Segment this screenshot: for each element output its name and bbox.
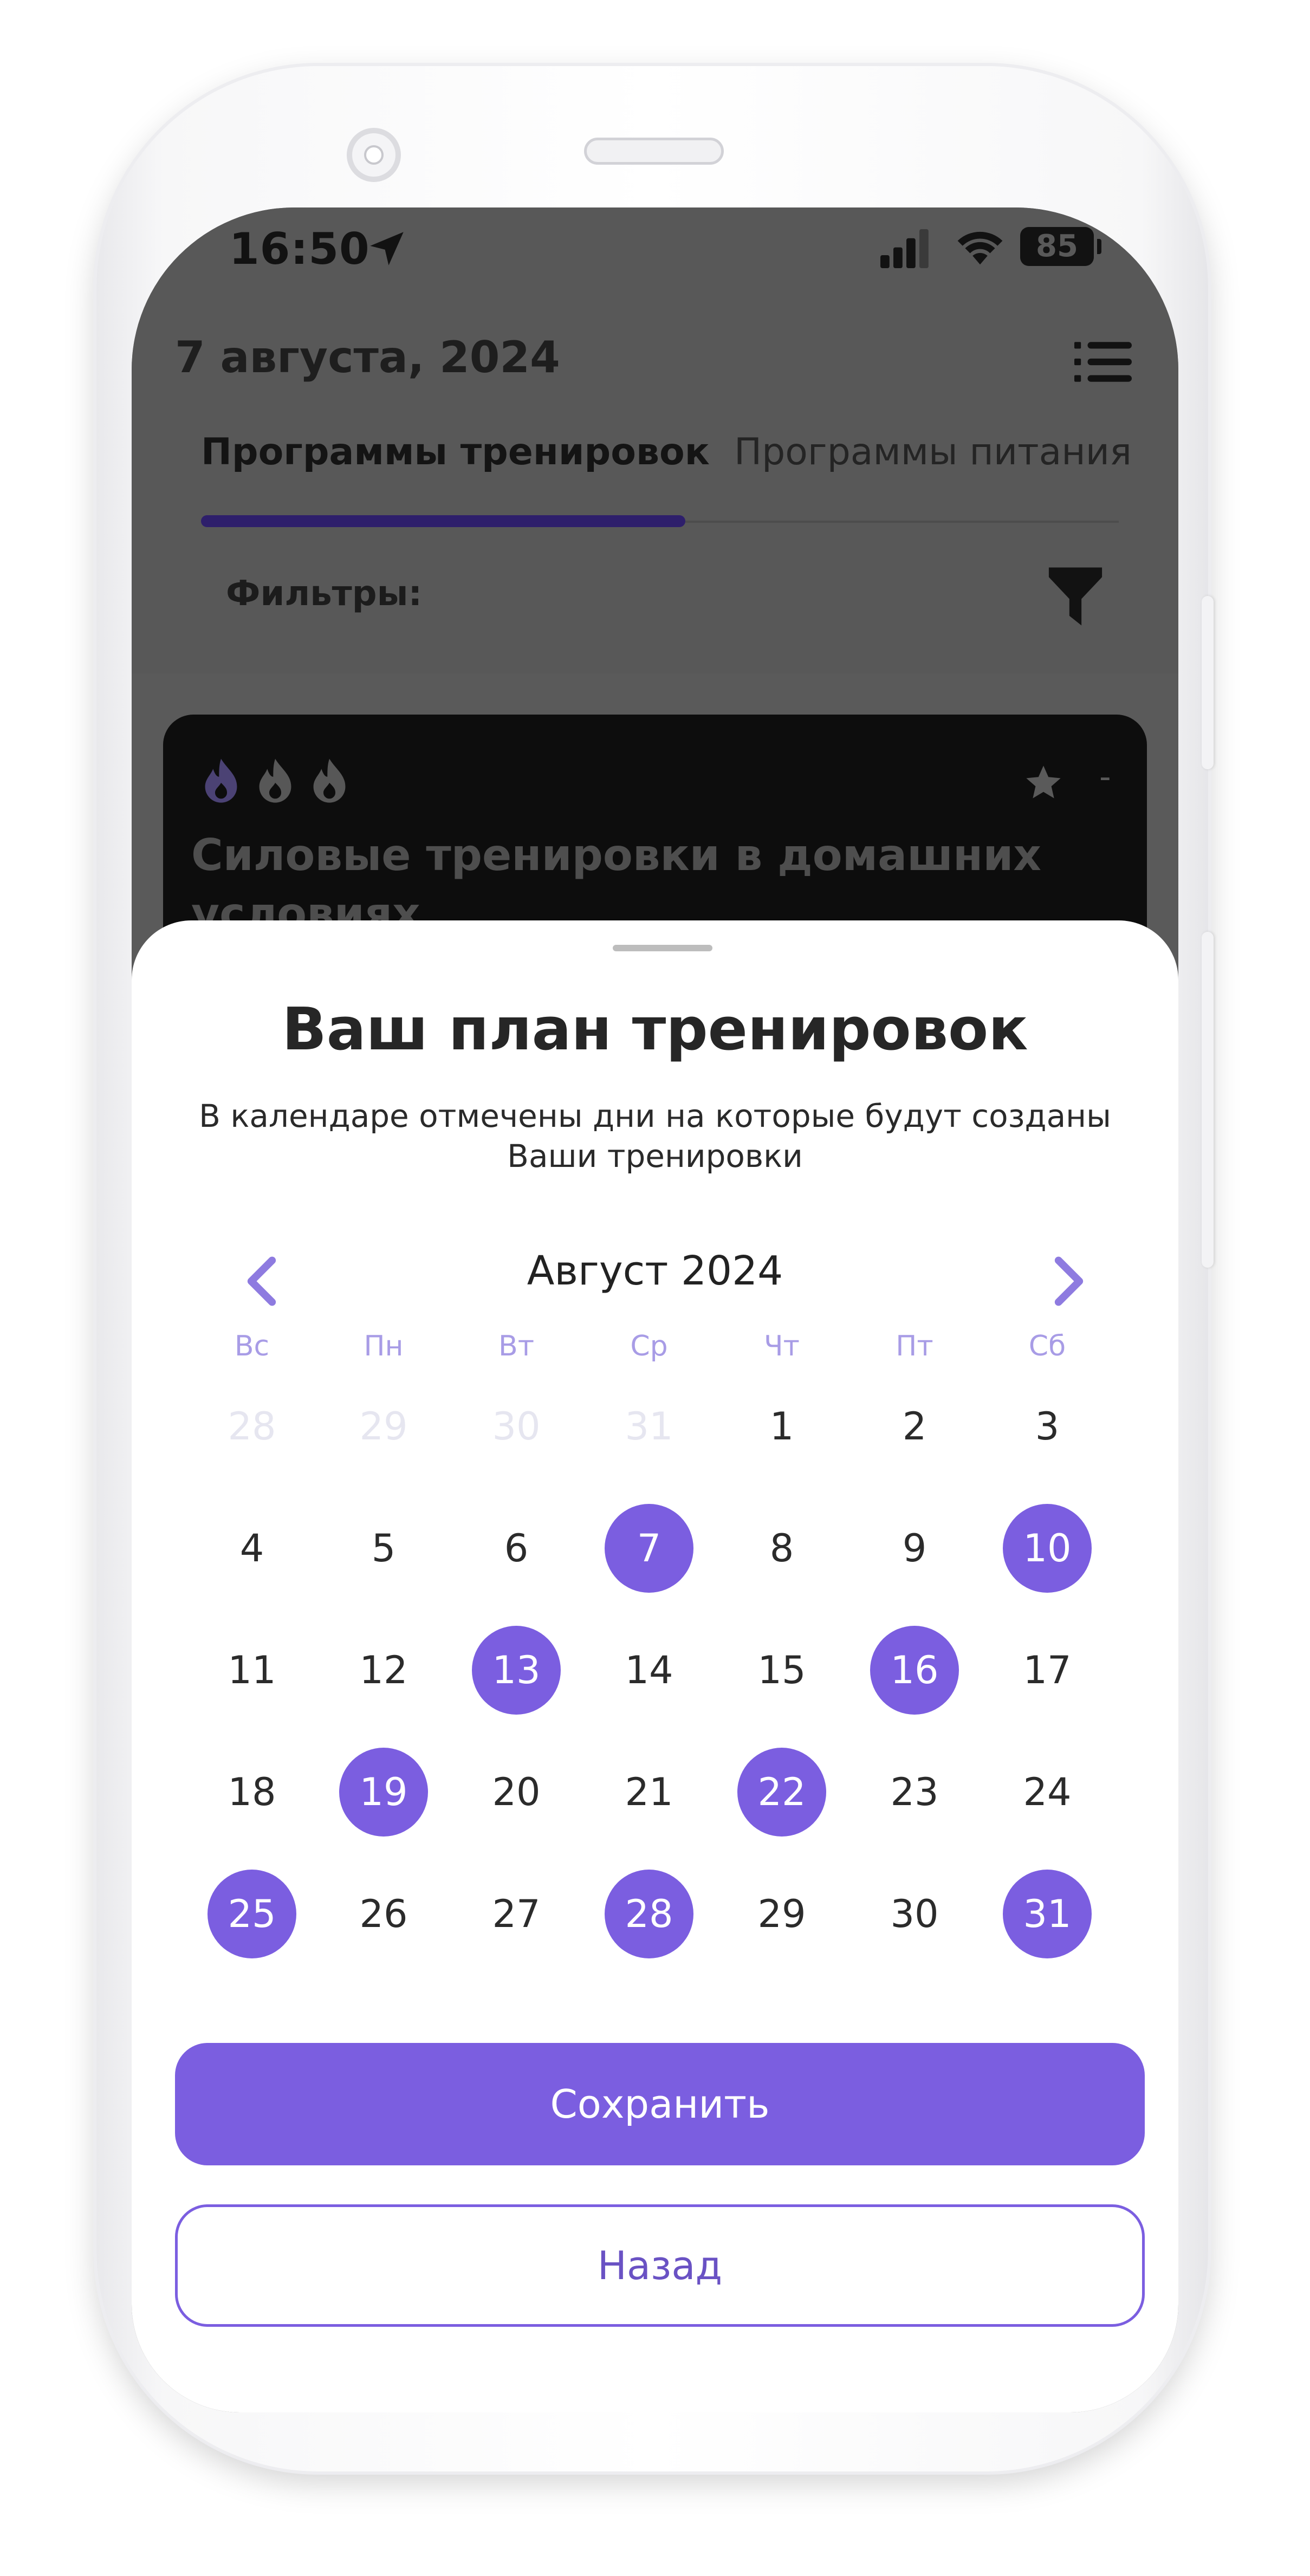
calendar-day[interactable]: 24 <box>1003 1748 1092 1837</box>
flame-icon <box>313 758 346 803</box>
calendar-day[interactable]: 2 <box>870 1382 959 1471</box>
active-tab-indicator <box>201 515 685 527</box>
calendar-day[interactable]: 27 <box>472 1870 561 1958</box>
calendar-day: 30 <box>492 1404 541 1449</box>
earpiece-speaker <box>584 138 724 165</box>
weekday-label: Чт <box>764 1330 800 1362</box>
weekday-label: Вт <box>498 1330 534 1362</box>
chevron-right-icon[interactable] <box>1047 1254 1091 1308</box>
sheet-title: Ваш план тренировок <box>282 996 1028 1063</box>
battery-icon: 85 <box>1020 227 1101 266</box>
phone-side-button-bottom <box>1202 932 1214 1268</box>
flame-icon <box>259 758 291 803</box>
calendar-day-selected[interactable]: 7 <box>605 1504 693 1593</box>
back-button[interactable]: Назад <box>175 2204 1145 2327</box>
menu-icon[interactable] <box>1074 340 1132 384</box>
calendar-day[interactable]: 30 <box>870 1870 959 1958</box>
rating-value: - <box>1099 758 1111 796</box>
calendar-day: 29 <box>359 1404 408 1449</box>
calendar-day-selected[interactable]: 28 <box>605 1870 693 1958</box>
calendar-day[interactable]: 3 <box>1003 1382 1092 1471</box>
calendar-day[interactable]: 11 <box>207 1626 296 1715</box>
calendar-day[interactable]: 9 <box>870 1504 959 1593</box>
filters-label: Фильтры: <box>226 574 423 614</box>
phone-side-button-top <box>1202 596 1214 769</box>
location-arrow-icon <box>370 232 404 265</box>
calendar-day-selected[interactable]: 22 <box>737 1748 826 1837</box>
calendar-day-selected[interactable]: 16 <box>870 1626 959 1715</box>
front-camera <box>347 128 401 182</box>
weekday-label: Пт <box>896 1330 933 1362</box>
chevron-left-icon[interactable] <box>240 1254 283 1308</box>
weekday-label: Вс <box>234 1330 270 1362</box>
calendar-day[interactable]: 5 <box>339 1504 428 1593</box>
calendar-day[interactable]: 15 <box>737 1626 826 1715</box>
calendar-day[interactable]: 21 <box>605 1748 693 1837</box>
sheet-grabber[interactable] <box>613 945 712 951</box>
calendar-day[interactable]: 14 <box>605 1626 693 1715</box>
calendar-day-selected[interactable]: 10 <box>1003 1504 1092 1593</box>
calendar-day-selected[interactable]: 13 <box>472 1626 561 1715</box>
star-icon[interactable] <box>1023 762 1064 803</box>
calendar-day[interactable]: 8 <box>737 1504 826 1593</box>
calendar-month-label: Август 2024 <box>527 1248 783 1294</box>
wifi-icon <box>957 231 1003 265</box>
calendar-day[interactable]: 23 <box>870 1748 959 1837</box>
calendar-day[interactable]: 4 <box>207 1504 296 1593</box>
calendar-day[interactable]: 12 <box>339 1626 428 1715</box>
weekday-label: Сб <box>1028 1330 1066 1362</box>
save-button[interactable]: Сохранить <box>175 2043 1145 2165</box>
calendar-day[interactable]: 18 <box>207 1748 296 1837</box>
calendar-day: 31 <box>625 1404 673 1449</box>
tab-workout-programs[interactable]: Программы тренировок <box>201 431 710 473</box>
tab-divider <box>685 521 1119 523</box>
calendar-day: 28 <box>228 1404 276 1449</box>
status-time: 16:50 <box>229 224 370 274</box>
calendar-day[interactable]: 26 <box>339 1870 428 1958</box>
filter-icon[interactable] <box>1046 565 1105 628</box>
tab-nutrition-programs[interactable]: Программы питания <box>734 431 1132 473</box>
weekday-label: Пн <box>364 1330 404 1362</box>
sheet-subtitle: В календаре отмечены дни на которые буду… <box>199 1098 1111 1175</box>
calendar-day[interactable]: 17 <box>1003 1626 1092 1715</box>
phone-screen: 16:50 85 7 августа, 2024 Программы трени… <box>132 207 1178 2412</box>
flame-icon <box>205 758 237 803</box>
calendar-day[interactable]: 1 <box>737 1382 826 1471</box>
calendar-day-selected[interactable]: 19 <box>339 1748 428 1837</box>
calendar-day[interactable]: 29 <box>737 1870 826 1958</box>
current-date: 7 августа, 2024 <box>175 332 560 382</box>
weekday-label: Ср <box>630 1330 668 1362</box>
calendar-day-selected[interactable]: 31 <box>1003 1870 1092 1958</box>
calendar-day[interactable]: 20 <box>472 1748 561 1837</box>
signal-icon <box>880 229 929 268</box>
calendar-day-selected[interactable]: 25 <box>207 1870 296 1958</box>
calendar-day[interactable]: 6 <box>472 1504 561 1593</box>
